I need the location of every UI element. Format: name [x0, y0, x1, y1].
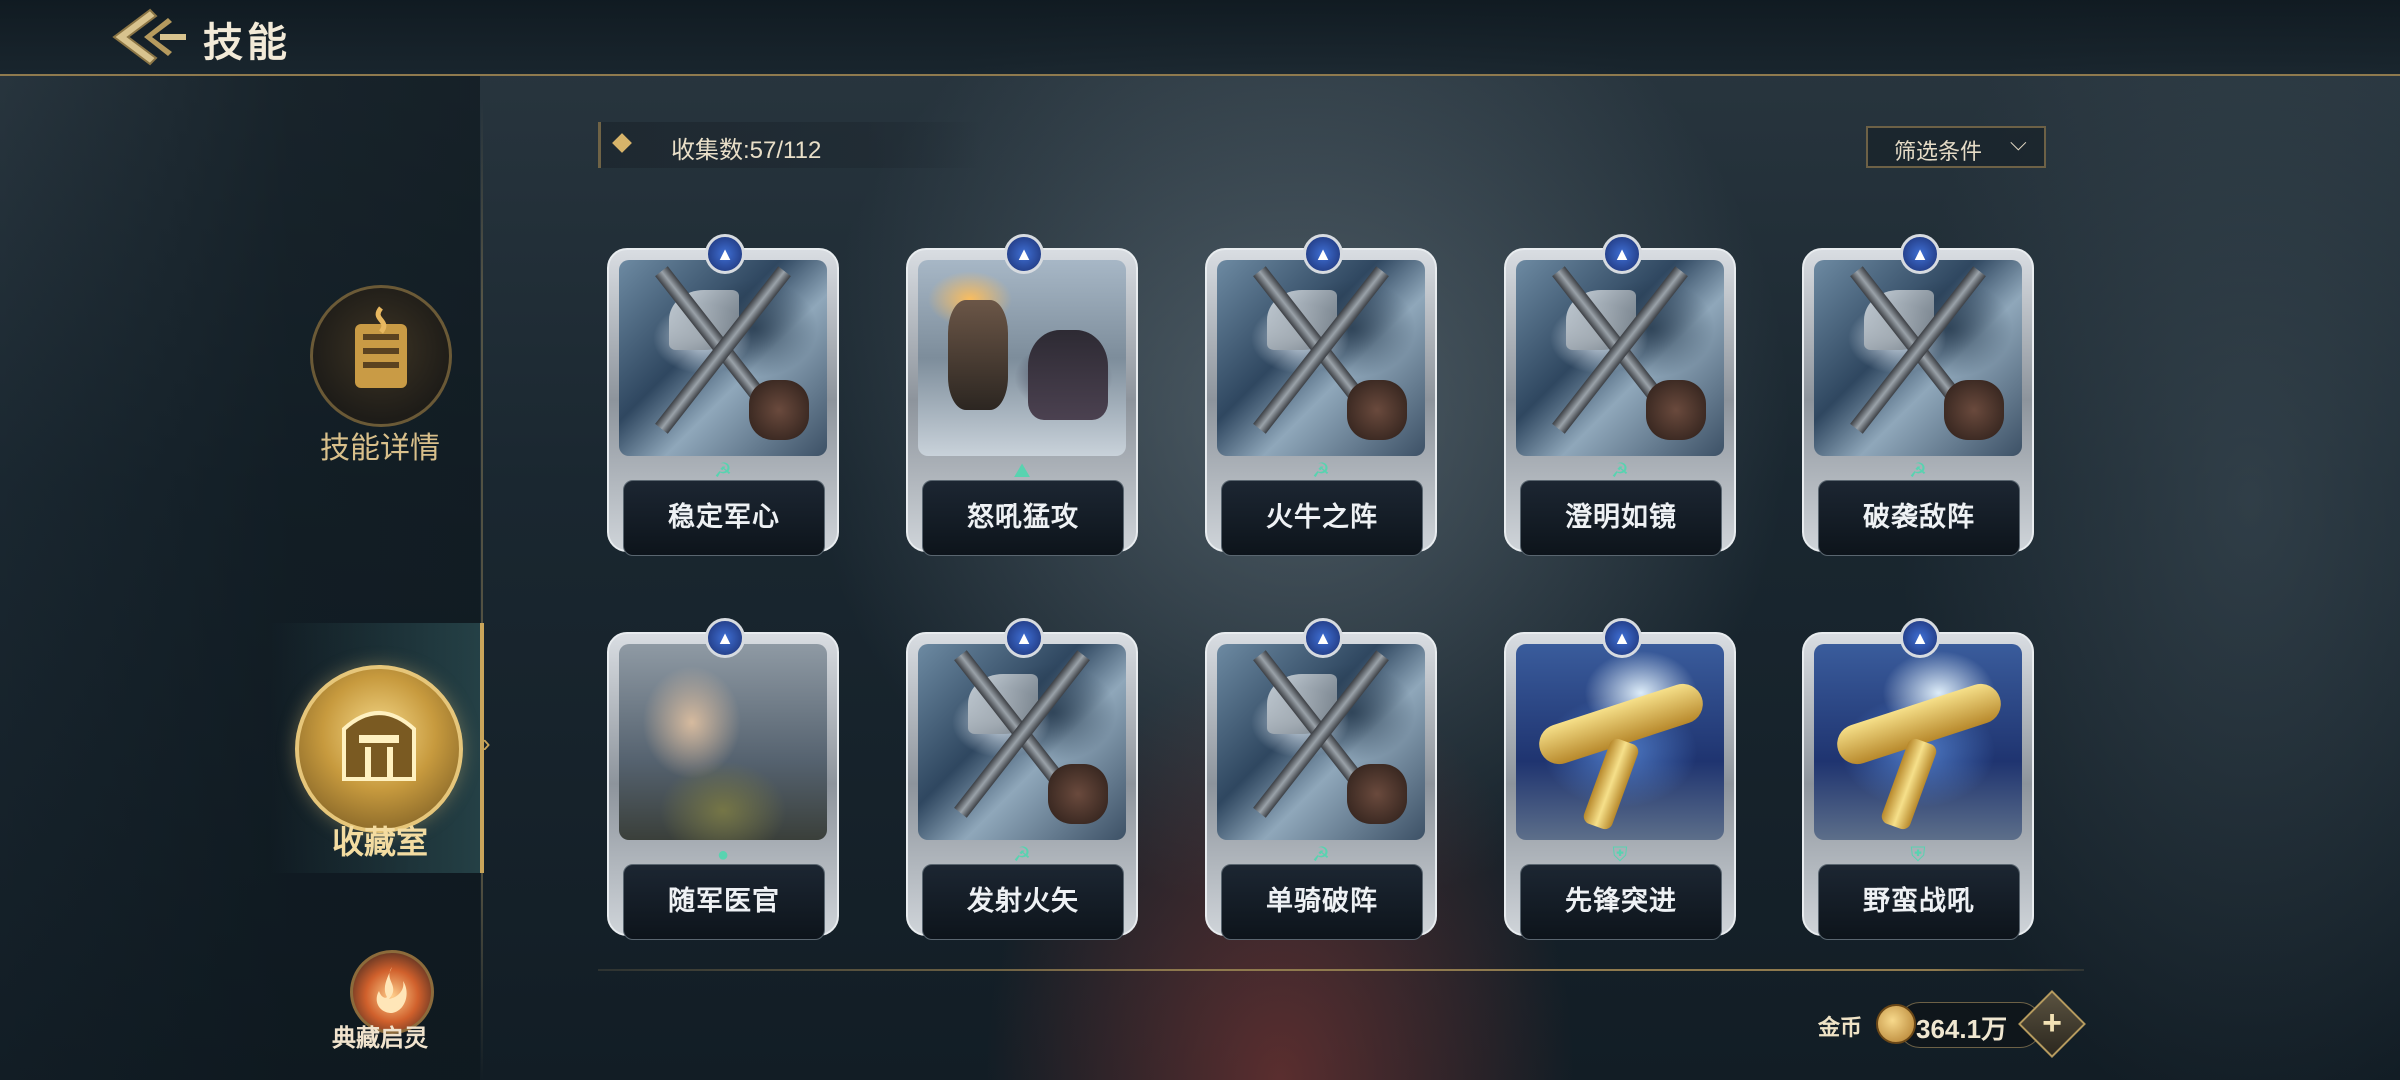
card-frame: ☭ 澄明如镜: [1504, 248, 1736, 556]
card-name-plate: 发射火矢: [922, 864, 1124, 940]
card-frame: ● 随军医官: [607, 632, 839, 940]
rarity-badge-icon: ▲: [1303, 618, 1343, 658]
crossed-sickle-icon: ☭: [714, 460, 732, 482]
rarity-badge-icon: ▲: [1004, 618, 1044, 658]
card-name: 发射火矢: [967, 886, 1079, 916]
skill-card[interactable]: ☭ 发射火矢 ▲: [906, 618, 1138, 940]
skill-collection-screen: 技能 技能详情 收藏室 › 典藏启灵 收集数:57/112 筛选条件 ⌵ ☭ 稳…: [0, 0, 2400, 1080]
crossed-sickle-icon: ☭: [1312, 460, 1330, 482]
skill-card[interactable]: ☭ 澄明如镜 ▲: [1504, 234, 1736, 556]
card-name: 先锋突进: [1565, 886, 1677, 916]
rarity-badge-icon: ▲: [705, 234, 745, 274]
hill-icon: ⛰: [1013, 460, 1031, 482]
card-name: 火牛之阵: [1266, 502, 1378, 532]
card-artwork: [1217, 644, 1425, 840]
card-artwork: [918, 260, 1126, 456]
skill-card[interactable]: ⛨ 野蛮战吼 ▲: [1802, 618, 2034, 940]
add-gold-button[interactable]: +: [2018, 990, 2086, 1058]
sidebar-item-label: 典藏启灵: [332, 1025, 428, 1052]
card-artwork: [619, 644, 827, 840]
hall-emblem-icon: [295, 665, 463, 833]
rarity-badge-icon: ▲: [705, 618, 745, 658]
sidebar-item-label: 收藏室: [331, 824, 428, 860]
skill-card[interactable]: ● 随军医官 ▲: [607, 618, 839, 940]
collection-count: 收集数:57/112: [671, 137, 822, 164]
rarity-badge-icon: ▲: [1900, 234, 1940, 274]
card-frame: ☭ 火牛之阵: [1205, 248, 1437, 556]
rarity-badge-icon: ▲: [1602, 618, 1642, 658]
sidebar-divider: [481, 100, 483, 1080]
card-name-plate: 澄明如镜: [1520, 480, 1722, 556]
shield-icon: ⛨: [1910, 844, 1926, 866]
skill-card[interactable]: ☭ 火牛之阵 ▲: [1205, 234, 1437, 556]
diamond-icon: [612, 133, 632, 153]
skill-card[interactable]: ☭ 破袭敌阵 ▲: [1802, 234, 2034, 556]
pin-icon: ●: [716, 844, 730, 866]
rarity-badge-icon: ▲: [1900, 618, 1940, 658]
card-name: 随军医官: [668, 886, 780, 916]
skill-card[interactable]: ⛨ 先锋突进 ▲: [1504, 618, 1736, 940]
rarity-badge-icon: ▲: [1602, 234, 1642, 274]
card-name: 野蛮战吼: [1863, 886, 1975, 916]
card-name-plate: 稳定军心: [623, 480, 825, 556]
rarity-badge-icon: ▲: [1004, 234, 1044, 274]
sidebar-item-skill-details[interactable]: 技能详情: [290, 285, 470, 465]
card-artwork: [1217, 260, 1425, 456]
card-frame: ⛨ 野蛮战吼: [1802, 632, 2034, 940]
card-frame: ⛨ 先锋突进: [1504, 632, 1736, 940]
card-artwork: [1516, 260, 1724, 456]
card-name-plate: 破袭敌阵: [1818, 480, 2020, 556]
card-artwork: [918, 644, 1126, 840]
chevron-down-icon: ⌵: [2010, 130, 2027, 155]
sidebar-item-label: 技能详情: [320, 432, 440, 465]
card-name: 澄明如镜: [1565, 502, 1677, 532]
sidebar-item-collection-room[interactable]: 收藏室: [280, 665, 480, 865]
filter-label: 筛选条件: [1894, 139, 1983, 164]
card-name: 破袭敌阵: [1863, 502, 1975, 532]
gold-value: 364.1万: [1916, 1014, 2008, 1044]
sidebar-item-spirit[interactable]: 典藏启灵: [320, 950, 440, 1070]
gold-label: 金币: [1818, 1015, 1863, 1040]
scroll-emblem-icon: [310, 285, 452, 427]
card-artwork: [1814, 644, 2022, 840]
crossed-sickle-icon: ☭: [1611, 460, 1629, 482]
crossed-sickle-icon: ☭: [1909, 460, 1927, 482]
card-name-plate: 先锋突进: [1520, 864, 1722, 940]
crossed-sickle-icon: ☭: [1312, 844, 1330, 866]
rarity-badge-icon: ▲: [1303, 234, 1343, 274]
card-name-plate: 火牛之阵: [1221, 480, 1423, 556]
card-name-plate: 单骑破阵: [1221, 864, 1423, 940]
skill-card[interactable]: ☭ 稳定军心 ▲: [607, 234, 839, 556]
skill-card[interactable]: ⛰ 怒吼猛攻 ▲: [906, 234, 1138, 556]
page-title: 技能: [203, 21, 291, 65]
sidebar: [0, 76, 480, 1080]
crossed-sickle-icon: ☭: [1013, 844, 1031, 866]
card-frame: ⛰ 怒吼猛攻: [906, 248, 1138, 556]
shield-icon: ⛨: [1612, 844, 1628, 866]
skill-card[interactable]: ☭ 单骑破阵 ▲: [1205, 618, 1437, 940]
card-artwork: [619, 260, 827, 456]
card-frame: ☭ 稳定军心: [607, 248, 839, 556]
card-name: 单骑破阵: [1266, 886, 1378, 916]
plus-icon: +: [2042, 1004, 2062, 1042]
card-artwork: [1814, 260, 2022, 456]
card-name-plate: 野蛮战吼: [1818, 864, 2020, 940]
collection-count-bar: 收集数:57/112: [598, 122, 981, 168]
footer-divider: [598, 969, 2084, 971]
card-frame: ☭ 单骑破阵: [1205, 632, 1437, 940]
coin-icon: [1876, 1004, 1916, 1044]
card-name-plate: 怒吼猛攻: [922, 480, 1124, 556]
back-arrow-icon: [112, 8, 186, 66]
card-name: 稳定军心: [668, 502, 780, 532]
card-artwork: [1516, 644, 1724, 840]
top-bar: 技能: [0, 0, 2400, 76]
card-name: 怒吼猛攻: [967, 502, 1079, 532]
back-button[interactable]: [110, 6, 190, 68]
card-frame: ☭ 破袭敌阵: [1802, 248, 2034, 556]
filter-dropdown[interactable]: 筛选条件 ⌵: [1866, 126, 2046, 168]
card-name-plate: 随军医官: [623, 864, 825, 940]
card-frame: ☭ 发射火矢: [906, 632, 1138, 940]
collapse-arrow-icon[interactable]: ›: [482, 728, 496, 758]
